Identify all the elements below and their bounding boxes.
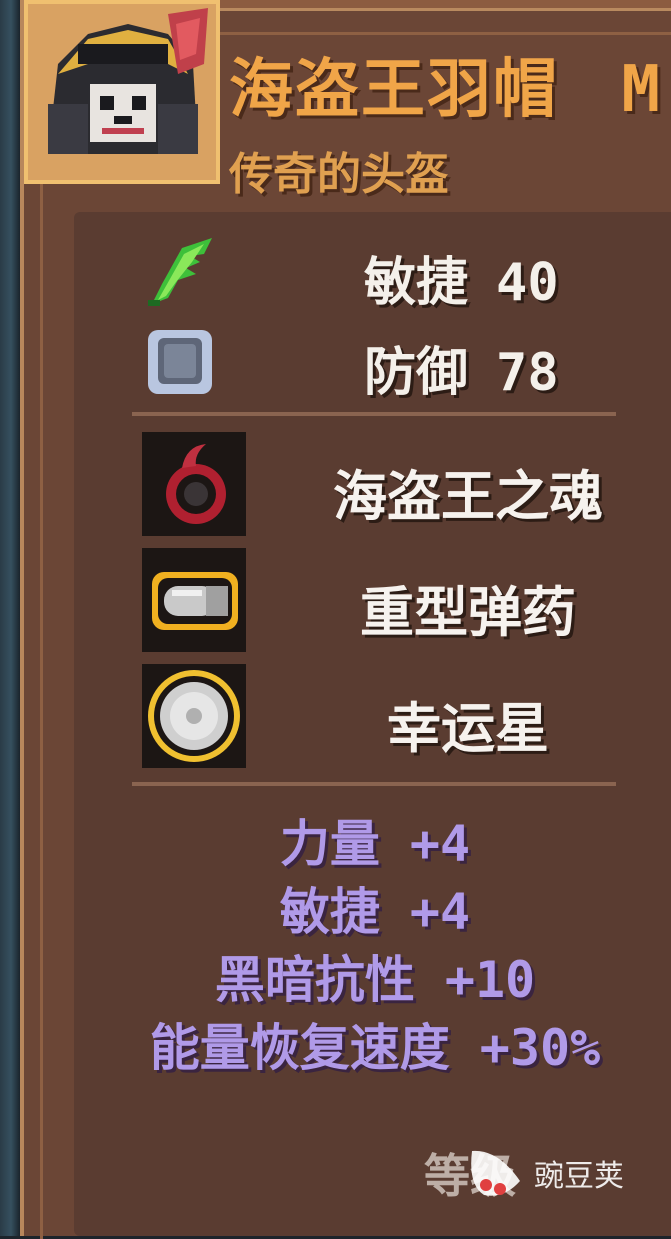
bonus-value: +10 (444, 951, 536, 1009)
rune-row-pirate-soul: 海盗王之魂 (74, 432, 671, 536)
divider-top (132, 412, 616, 416)
pirate-soul-icon (142, 432, 246, 536)
item-name: 海盗王羽帽 (229, 53, 559, 127)
bonus-label: 敏捷 (279, 883, 380, 941)
bullet-icon (142, 548, 246, 652)
bonus-label: 能量恢复速度 (149, 1019, 450, 1077)
shield-icon (142, 324, 218, 400)
bonus-strength: 力量 +4 (74, 804, 671, 876)
item-subtitle: 传奇的头盔 (229, 149, 449, 200)
item-tooltip-panel: 海盗王羽帽 M 传奇的头盔 敏捷 40 防御 78 海盗王之魂 重型弹药 幸运星… (20, 0, 671, 1239)
stat-label: 防御 (364, 343, 469, 403)
item-size-tag: M (621, 53, 663, 127)
bonus-energy-regen: 能量恢复速度 +30% (74, 1008, 671, 1080)
item-title: 海盗王羽帽 M (229, 38, 662, 130)
stat-agility-text: 敏捷 40 (364, 240, 559, 315)
stat-row-defense: 防御 78 (74, 324, 671, 404)
watermark: 豌豆荚 (464, 1128, 671, 1218)
rune-label: 海盗王之魂 (333, 465, 603, 528)
watermark-text: 豌豆荚 (534, 1159, 624, 1194)
stat-label: 敏捷 (364, 253, 469, 313)
bonus-label: 黑暗抗性 (214, 951, 415, 1009)
bonus-value: +4 (409, 815, 471, 873)
rune-label: 重型弹药 (360, 581, 576, 644)
stat-value: 78 (496, 343, 559, 403)
bonus-label: 力量 (279, 815, 380, 873)
lucky-star-icon (142, 664, 246, 768)
pirate-hat-icon (24, 0, 220, 184)
stat-row-agility: 敏捷 40 (74, 234, 671, 314)
rune-row-lucky-star: 幸运星 (74, 664, 671, 768)
bonus-value: +4 (409, 883, 471, 941)
stat-defense-text: 防御 78 (364, 330, 559, 405)
stat-value: 40 (496, 253, 559, 313)
bonus-value: +30% (479, 1019, 601, 1077)
rune-row-heavy-ammo: 重型弹药 (74, 548, 671, 652)
divider-bottom (132, 782, 616, 786)
watermark-logo-icon (471, 1150, 520, 1196)
bonus-agility: 敏捷 +4 (74, 872, 671, 944)
side-border (0, 0, 20, 1236)
bonus-dark-resist: 黑暗抗性 +10 (74, 940, 671, 1012)
feather-icon (142, 234, 218, 310)
item-details-box: 敏捷 40 防御 78 海盗王之魂 重型弹药 幸运星 力量 +4 敏捷 +4 黑… (74, 212, 671, 1236)
pirate-hat-graphic (28, 4, 216, 180)
rune-label: 幸运星 (387, 697, 549, 760)
